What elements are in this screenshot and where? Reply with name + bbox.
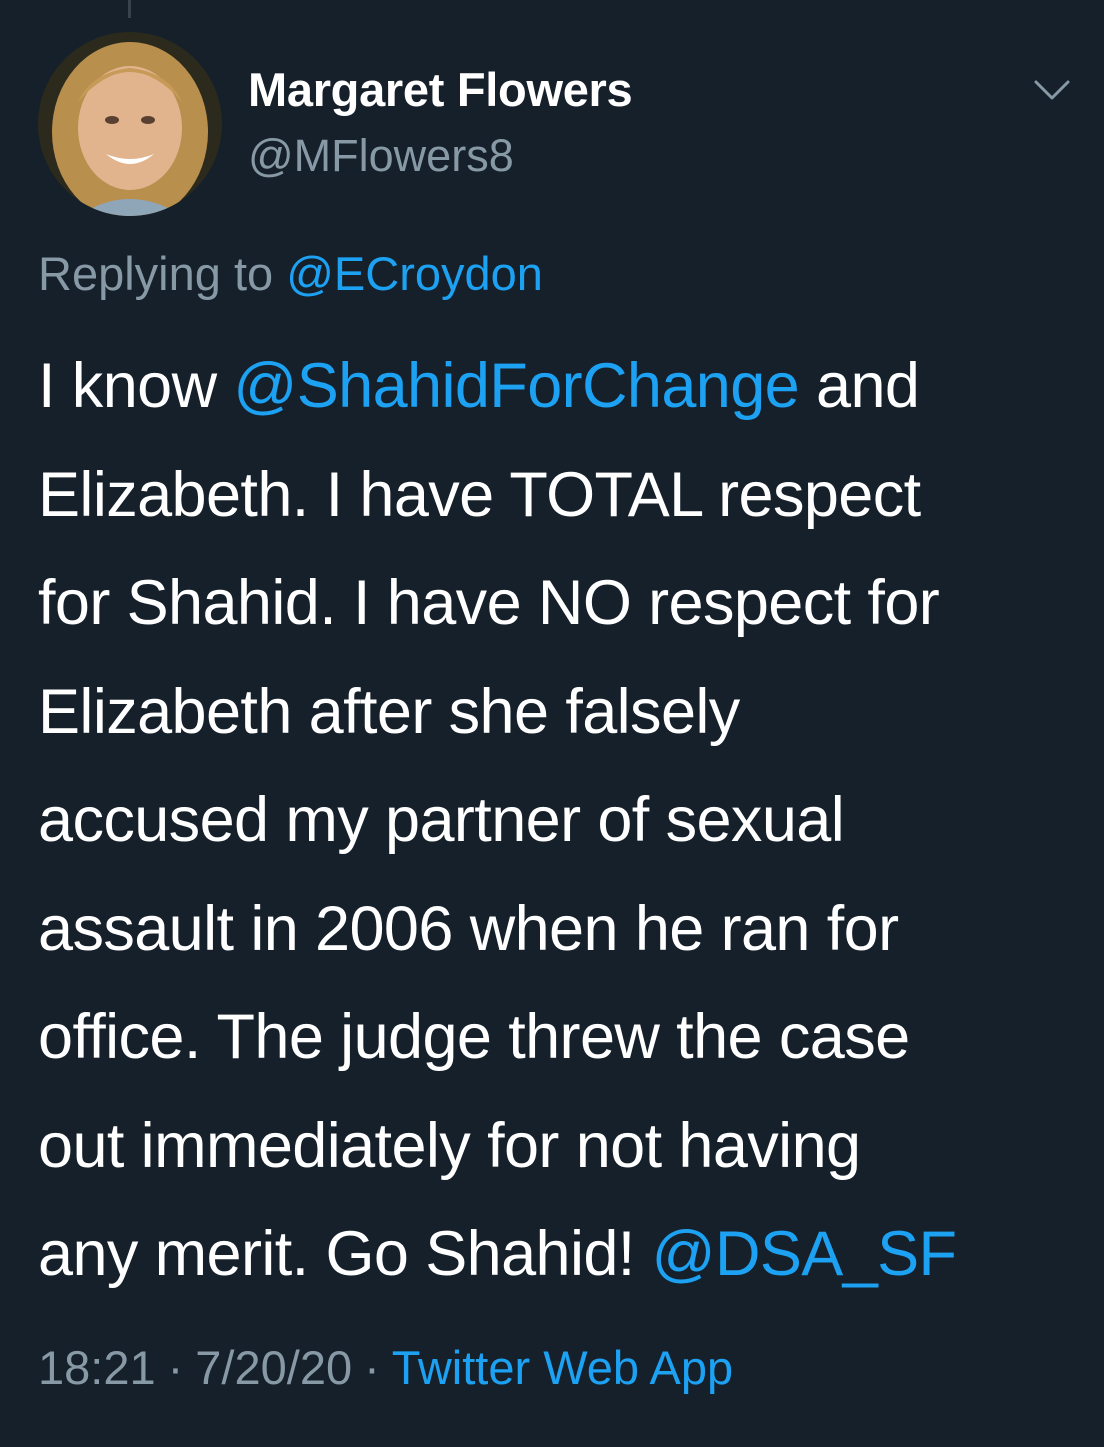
tweet-date[interactable]: 7/20/20 <box>195 1341 352 1394</box>
mention-link[interactable]: @ShahidForChange <box>233 351 799 421</box>
mention-link[interactable]: @DSA_SF <box>652 1219 957 1289</box>
tweet-text: I know @ShahidForChange and Elizabeth. I… <box>38 332 1078 1309</box>
tweet-line: assault in 2006 when he ran for <box>38 893 899 964</box>
tweet-meta: 18:21 · 7/20/20 · Twitter Web App <box>38 1340 733 1395</box>
author-name[interactable]: Margaret Flowers <box>248 62 633 117</box>
replying-to-label: Replying to <box>38 247 274 300</box>
tweet-line: I know @ShahidForChange and <box>38 332 1078 441</box>
tweet-line: Elizabeth after she falsely <box>38 676 740 747</box>
tweet-line: accused my partner of sexual <box>38 785 845 855</box>
tweet-time[interactable]: 18:21 <box>38 1341 156 1394</box>
tweet-line: for Shahid. I have NO respect for <box>38 568 940 638</box>
chevron-down-icon[interactable] <box>1030 72 1074 108</box>
tweet-text-segment: any merit. Go Shahid! <box>38 1219 635 1289</box>
tweet-line: Elizabeth. I have TOTAL respect <box>38 459 921 530</box>
reply-mention-link[interactable]: @ECroydon <box>286 247 543 300</box>
tweet-line: any merit. Go Shahid! @DSA_SF <box>38 1200 1078 1309</box>
author-handle[interactable]: @MFlowers8 <box>248 130 514 182</box>
avatar-photo <box>38 32 222 216</box>
replying-to: Replying to @ECroydon <box>38 246 543 301</box>
tweet-source-link[interactable]: Twitter Web App <box>392 1341 733 1394</box>
meta-separator: · <box>167 1341 184 1394</box>
tweet-line: out immediately for not having <box>38 1110 861 1181</box>
tweet-line: office. The judge threw the case <box>38 1002 910 1072</box>
tweet-text-segment: I know <box>38 351 217 421</box>
avatar[interactable] <box>38 32 222 216</box>
tweet-text-segment: and <box>816 351 920 421</box>
thread-connector-line <box>128 0 131 18</box>
meta-separator: · <box>364 1341 380 1394</box>
